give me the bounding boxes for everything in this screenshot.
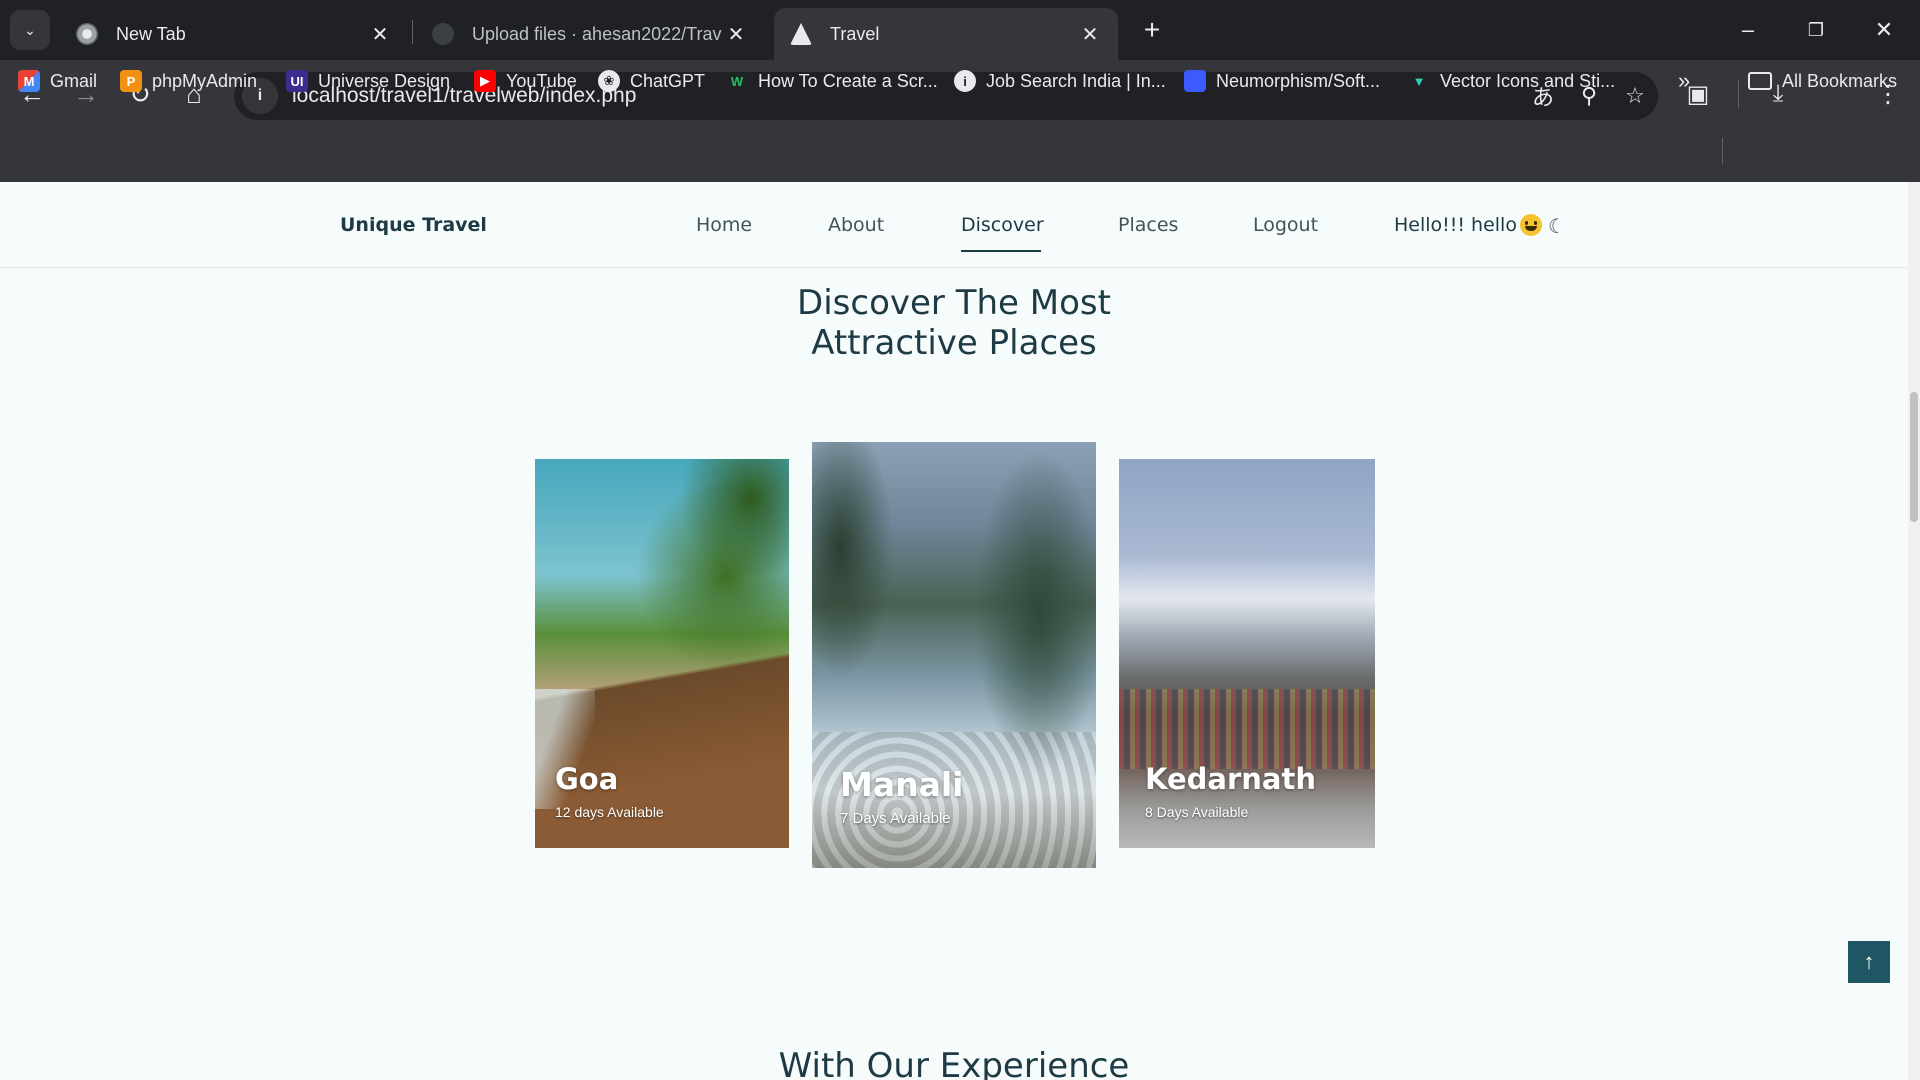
bookmark-label: Universe Design: [318, 70, 451, 91]
bookmark-label: YouTube: [506, 70, 577, 91]
tab-title: Travel: [830, 23, 880, 44]
close-icon[interactable]: ✕: [722, 20, 750, 48]
ui-icon: UI: [286, 70, 308, 92]
active-nav-indicator: [961, 250, 1041, 252]
scrollbar-thumb[interactable]: [1910, 392, 1918, 522]
kedarnath-crowd-shape: [1119, 689, 1375, 769]
w-icon: W: [730, 73, 744, 89]
bookmarks-divider: [1722, 138, 1723, 164]
star-icon[interactable]: ☆: [1612, 76, 1658, 116]
bookmark-label: How To Create a Scr...: [758, 70, 938, 91]
bookmark-label: Vector Icons and Sti...: [1440, 70, 1616, 91]
all-bookmarks-label: All Bookmarks: [1782, 70, 1898, 91]
nav-discover[interactable]: Discover: [961, 214, 1044, 236]
bookmark-label: Gmail: [50, 70, 98, 91]
bookmark-phpmyadmin[interactable]: P phpMyAdmin: [120, 68, 257, 94]
tab-new-tab[interactable]: New Tab ✕: [60, 8, 408, 60]
tab-search-button[interactable]: ⌄: [10, 10, 50, 50]
greeting-text: Hello!!! hello: [1394, 214, 1517, 236]
place-card-goa[interactable]: Goa 12 days Available: [535, 459, 789, 848]
page-viewport: Unique Travel Home About Discover Places…: [0, 182, 1920, 1080]
tab-strip: ⌄ New Tab ✕ Upload files · ahesan2022/Tr…: [0, 0, 1920, 60]
chatgpt-icon: ❀: [598, 70, 620, 92]
page-scrollbar[interactable]: [1908, 182, 1920, 1080]
site-logo[interactable]: Unique Travel: [340, 214, 487, 236]
nav-places[interactable]: Places: [1118, 214, 1178, 236]
bookmark-how-to-create[interactable]: W How To Create a Scr...: [726, 68, 938, 94]
grinning-face-icon: [1519, 214, 1542, 236]
bookmarks-overflow-button[interactable]: »: [1678, 68, 1690, 94]
v-icon: ▼: [1412, 73, 1426, 89]
youtube-icon: ▶: [474, 70, 496, 92]
close-icon: ✕: [1874, 17, 1894, 42]
bookmark-label: Neumorphism/Soft...: [1216, 70, 1381, 91]
minimize-button[interactable]: –: [1714, 0, 1782, 60]
tab-travel[interactable]: Travel ✕: [774, 8, 1118, 60]
chrome-icon: [76, 23, 98, 45]
folder-icon: [1748, 72, 1772, 90]
nav-home[interactable]: Home: [696, 214, 752, 236]
place-availability: 7 Days Available: [840, 810, 951, 827]
tab-divider: [412, 20, 413, 44]
nav-about[interactable]: About: [828, 214, 884, 236]
square-icon: [1184, 70, 1206, 92]
arrow-up-icon: ↑: [1863, 949, 1875, 974]
place-availability: 8 Days Available: [1145, 804, 1249, 820]
place-availability: 12 days Available: [555, 804, 664, 820]
bookmark-label: ChatGPT: [630, 70, 706, 91]
bookmark-label: Job Search India | In...: [986, 70, 1166, 91]
close-icon[interactable]: ✕: [366, 20, 394, 48]
section-title-line1: Discover The Most: [797, 283, 1111, 323]
new-tab-button[interactable]: +: [1136, 12, 1168, 48]
minimize-icon: –: [1741, 17, 1755, 42]
place-name: Goa: [555, 762, 619, 796]
close-window-button[interactable]: ✕: [1850, 0, 1918, 60]
bookmark-universe-design[interactable]: UI Universe Design: [286, 68, 450, 94]
info-icon: i: [954, 70, 976, 92]
toolbar-divider: [1738, 80, 1739, 108]
gmail-icon: M: [18, 70, 40, 92]
bookmark-neumorphism[interactable]: Neumorphism/Soft...: [1184, 68, 1380, 94]
section-title: Discover The Most Attractive Places: [0, 283, 1908, 363]
chevron-down-icon: ⌄: [24, 21, 36, 38]
bookmark-label: phpMyAdmin: [152, 70, 258, 91]
scroll-to-top-button[interactable]: ↑: [1848, 941, 1890, 983]
place-name: Kedarnath: [1145, 762, 1316, 796]
tab-title: Upload files · ahesan2022/Trave: [472, 23, 722, 44]
place-card-kedarnath[interactable]: Kedarnath 8 Days Available: [1119, 459, 1375, 848]
tab-upload-files[interactable]: Upload files · ahesan2022/Trave ✕: [416, 8, 764, 60]
bookmark-job-search[interactable]: i Job Search India | In...: [954, 68, 1166, 94]
bookmark-gmail[interactable]: M Gmail: [18, 68, 97, 94]
next-section-title: With Our Experience: [778, 1046, 1130, 1080]
bookmark-youtube[interactable]: ▶ YouTube: [474, 68, 577, 94]
place-card-manali[interactable]: Manali 7 Days Available: [812, 442, 1096, 868]
travel-favicon-icon: [790, 23, 812, 45]
site-header: Unique Travel Home About Discover Places…: [0, 182, 1908, 268]
close-icon[interactable]: ✕: [1076, 20, 1104, 48]
phpmyadmin-icon: P: [120, 70, 142, 92]
tab-title: New Tab: [116, 23, 186, 44]
all-bookmarks-button[interactable]: All Bookmarks: [1748, 68, 1897, 94]
double-chevron-icon: »: [1678, 68, 1691, 93]
nav-logout[interactable]: Logout: [1253, 214, 1318, 236]
bookmark-vector-icons[interactable]: ▼ Vector Icons and Sti...: [1408, 68, 1616, 94]
moon-icon[interactable]: ☾: [1548, 214, 1566, 239]
place-name: Manali: [840, 765, 964, 804]
plus-icon: +: [1143, 14, 1161, 45]
bookmark-chatgpt[interactable]: ❀ ChatGPT: [598, 68, 705, 94]
github-icon: [432, 23, 454, 45]
restore-icon: ❐: [1807, 19, 1825, 40]
restore-button[interactable]: ❐: [1782, 0, 1850, 60]
section-title-line2: Attractive Places: [811, 323, 1097, 363]
browser-toolbar: ← → ↻ ⌂ i localhost/travel1/travelweb/in…: [0, 60, 1920, 189]
user-greeting: Hello!!! hello: [1394, 214, 1542, 236]
